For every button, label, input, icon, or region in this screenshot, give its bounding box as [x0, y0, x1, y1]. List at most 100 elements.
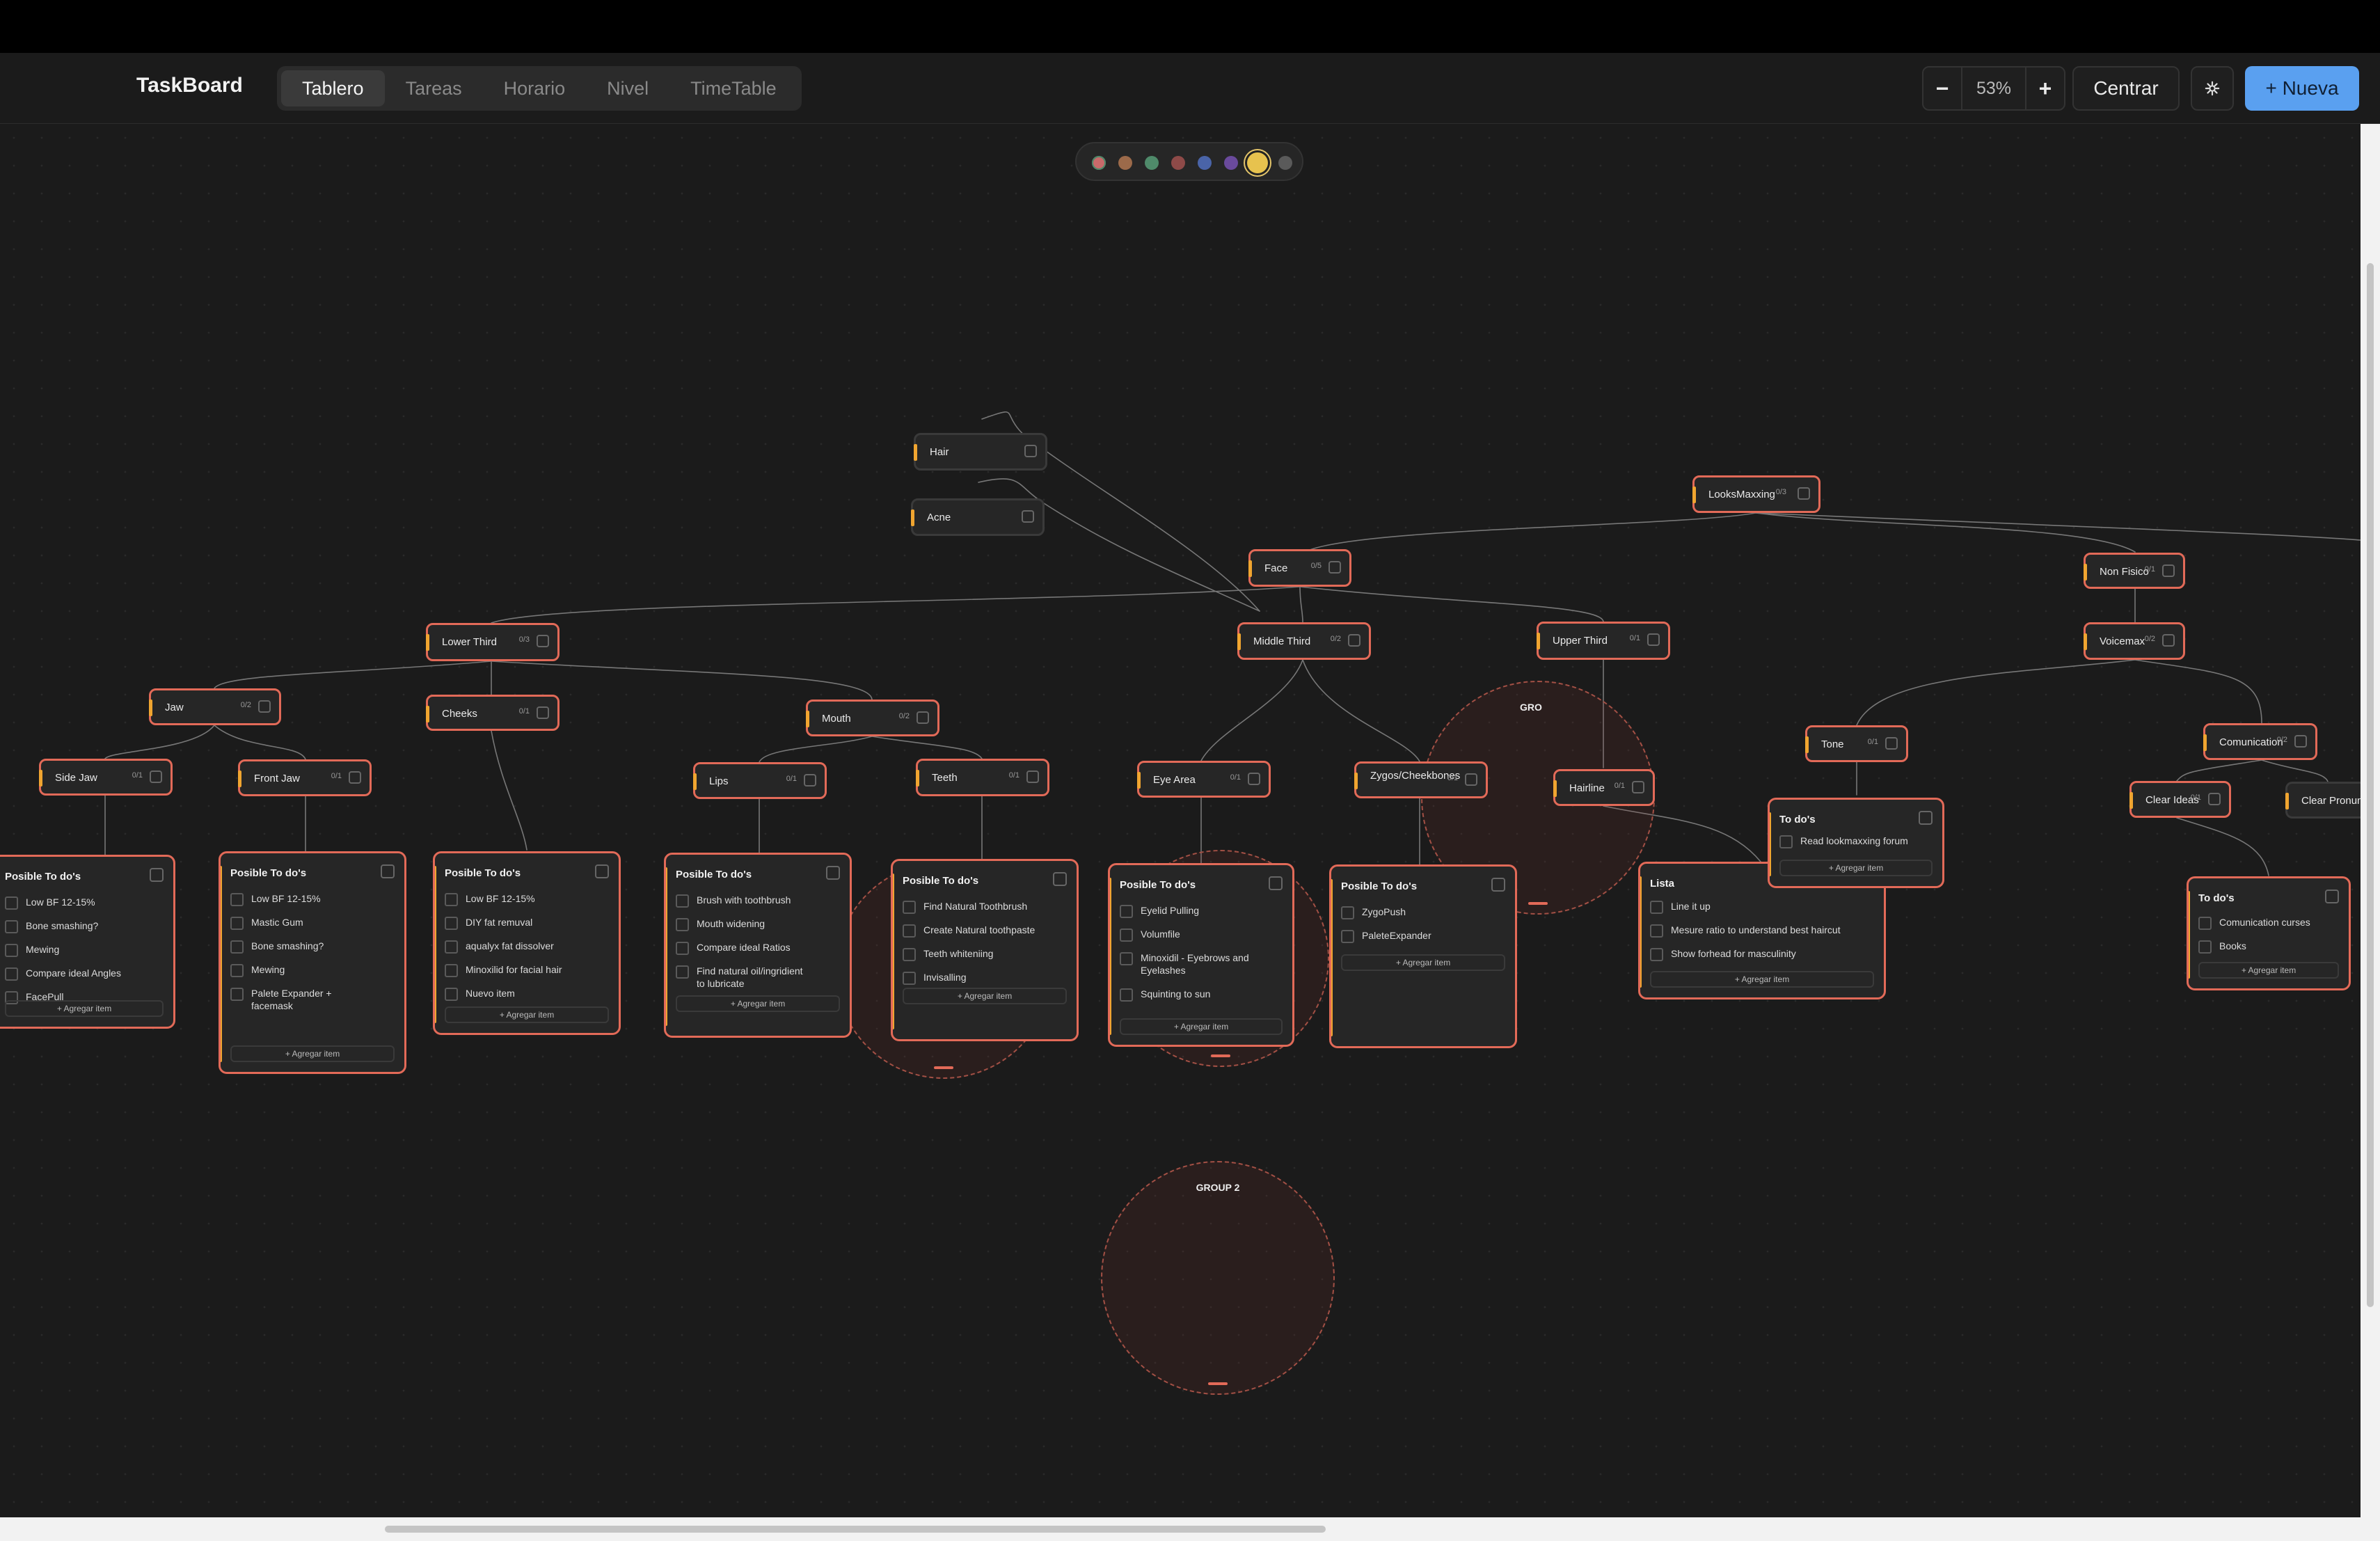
group-resize-handle[interactable]	[1208, 1382, 1228, 1385]
node-checkbox[interactable]	[2162, 564, 2175, 577]
tab-tablero[interactable]: Tablero	[281, 70, 385, 106]
node-jaw[interactable]: Jaw 0/2	[149, 688, 281, 725]
settings-button[interactable]	[2191, 66, 2234, 111]
node-side-jaw[interactable]: Side Jaw 0/1	[39, 759, 173, 796]
add-item-button[interactable]: + Agregar item	[903, 988, 1067, 1004]
node-checkbox[interactable]	[1647, 633, 1660, 646]
todo-card-lips[interactable]: Posible To do's Brush with toothbrush Mo…	[664, 853, 852, 1038]
todo-item[interactable]: Line it up	[1650, 900, 1877, 914]
node-looksmaxxing[interactable]: LooksMaxxing 0/3	[1692, 475, 1820, 513]
node-checkbox[interactable]	[537, 706, 549, 719]
group-resize-handle[interactable]	[934, 1066, 953, 1069]
node-checkbox[interactable]	[537, 635, 549, 647]
color-swatch-selected[interactable]	[1247, 152, 1268, 173]
todo-item[interactable]: Compare ideal Ratios	[676, 941, 843, 955]
node-checkbox[interactable]	[150, 770, 162, 783]
todo-card-front-jaw[interactable]: Posible To do's Low BF 12-15% Mastic Gum…	[219, 851, 406, 1074]
node-voicemax[interactable]: Voicemax 0/2	[2084, 622, 2185, 660]
add-item-button[interactable]: + Agregar item	[676, 995, 840, 1012]
node-lower-third[interactable]: Lower Third 0/3	[426, 623, 560, 661]
node-checkbox[interactable]	[1022, 510, 1034, 523]
todo-item[interactable]: Create Natural toothpaste	[903, 924, 1070, 938]
card-checkbox[interactable]	[1919, 811, 1933, 825]
add-item-button[interactable]: + Agregar item	[1650, 971, 1874, 988]
card-checkbox[interactable]	[595, 864, 609, 878]
todo-item[interactable]: Mouth widening	[676, 917, 843, 931]
color-swatch[interactable]	[1278, 156, 1292, 170]
node-acne[interactable]: Acne	[911, 498, 1045, 536]
node-checkbox[interactable]	[1632, 781, 1644, 793]
add-item-button[interactable]: + Agregar item	[1120, 1018, 1283, 1035]
node-checkbox[interactable]	[1328, 561, 1341, 574]
todo-item[interactable]: Invisalling	[903, 971, 1070, 985]
todo-item[interactable]: Bone smashing?	[230, 940, 397, 954]
todo-item[interactable]: Show forhead for masculinity	[1650, 947, 1877, 961]
add-item-button[interactable]: + Agregar item	[1341, 954, 1505, 971]
todo-item[interactable]: Mewing	[5, 943, 166, 957]
group-2[interactable]: GROUP 2	[1101, 1161, 1335, 1395]
todo-item[interactable]: Teeth whiteniing	[903, 947, 1070, 961]
card-checkbox[interactable]	[1269, 876, 1283, 890]
todo-item[interactable]: Mesure ratio to understand best haircut	[1650, 924, 1877, 938]
todo-item[interactable]: Read lookmaxxing forum	[1779, 835, 1935, 848]
node-zygos[interactable]: Zygos/Cheekbones 0/1	[1354, 761, 1488, 798]
todo-card-clear-ideas[interactable]: To do's Comunication curses Books + Agre…	[2187, 876, 2351, 990]
todo-item[interactable]: Low BF 12-15%	[230, 892, 397, 906]
node-eye-area[interactable]: Eye Area 0/1	[1137, 761, 1271, 798]
todo-card-tone[interactable]: To do's Read lookmaxxing forum + Agregar…	[1768, 798, 1944, 888]
todo-item[interactable]: PaleteExpander	[1341, 929, 1508, 943]
node-checkbox[interactable]	[1798, 487, 1810, 500]
add-item-button[interactable]: + Agregar item	[5, 1000, 164, 1017]
todo-item[interactable]: Minoxilid for facial hair	[445, 963, 612, 977]
color-swatch[interactable]	[1198, 156, 1212, 170]
node-clear-ideas[interactable]: Clear Ideas 0/1	[2129, 781, 2231, 818]
node-mouth[interactable]: Mouth 0/2	[806, 700, 939, 736]
node-checkbox[interactable]	[2208, 793, 2221, 805]
todo-item[interactable]: Compare ideal Angles	[5, 967, 166, 981]
card-checkbox[interactable]	[1491, 878, 1505, 892]
node-clear-pronun[interactable]: Clear Pronun	[2285, 782, 2361, 819]
node-checkbox[interactable]	[1026, 770, 1039, 783]
todo-item[interactable]: Volumfile	[1120, 928, 1285, 942]
todo-item[interactable]: Eyelid Pulling	[1120, 904, 1285, 918]
node-checkbox[interactable]	[1348, 634, 1360, 647]
card-checkbox[interactable]	[826, 866, 840, 880]
node-checkbox[interactable]	[1248, 773, 1260, 785]
zoom-in-button[interactable]: +	[2026, 76, 2064, 102]
node-non-fisico[interactable]: Non Fisico 0/1	[2084, 553, 2185, 589]
horizontal-scrollbar[interactable]	[0, 1517, 2380, 1541]
todo-card-teeth[interactable]: Posible To do's Find Natural Toothbrush …	[891, 859, 1079, 1041]
scrollbar-thumb[interactable]	[385, 1526, 1326, 1533]
node-comunication[interactable]: Comunication 0/2	[2203, 723, 2317, 760]
card-checkbox[interactable]	[2325, 890, 2339, 903]
todo-item[interactable]: Bone smashing?	[5, 919, 166, 933]
add-item-button[interactable]: + Agregar item	[445, 1006, 609, 1023]
color-swatch[interactable]	[1118, 156, 1132, 170]
todo-card-cheeks[interactable]: Posible To do's Low BF 12-15% DIY fat re…	[433, 851, 621, 1035]
node-checkbox[interactable]	[2294, 735, 2307, 748]
node-checkbox[interactable]	[804, 774, 816, 787]
color-swatch[interactable]	[1092, 156, 1106, 170]
board-canvas[interactable]: GRO GROUP 2 Hair Acne LooksMaxxing 0/3 F…	[0, 124, 2361, 1517]
todo-item[interactable]: Low BF 12-15%	[445, 892, 612, 906]
todo-item[interactable]: Minoxidil - Eyebrows and Eyelashes	[1120, 951, 1252, 977]
node-cheeks[interactable]: Cheeks 0/1	[426, 695, 560, 731]
node-checkbox[interactable]	[917, 711, 929, 724]
node-front-jaw[interactable]: Front Jaw 0/1	[238, 759, 372, 796]
tab-nivel[interactable]: Nivel	[586, 70, 669, 106]
todo-card-zygos[interactable]: Posible To do's ZygoPush PaleteExpander …	[1329, 864, 1517, 1048]
todo-item[interactable]: Palete Expander + facemask	[230, 987, 335, 1012]
card-checkbox[interactable]	[150, 868, 164, 882]
node-checkbox[interactable]	[1465, 773, 1477, 786]
node-lips[interactable]: Lips 0/1	[693, 762, 827, 799]
todo-item[interactable]: Brush with toothbrush	[676, 894, 843, 908]
todo-card-side-jaw[interactable]: Posible To do's Low BF 12-15% Bone smash…	[0, 855, 175, 1029]
zoom-out-button[interactable]: −	[1923, 76, 1961, 102]
add-item-button[interactable]: + Agregar item	[230, 1045, 395, 1062]
node-hairline[interactable]: Hairline 0/1	[1553, 769, 1655, 806]
node-checkbox[interactable]	[1024, 445, 1037, 457]
todo-item[interactable]: Comunication curses	[2198, 916, 2342, 930]
node-teeth[interactable]: Teeth 0/1	[916, 759, 1049, 796]
node-upper-third[interactable]: Upper Third 0/1	[1537, 622, 1670, 660]
node-checkbox[interactable]	[1885, 737, 1898, 750]
